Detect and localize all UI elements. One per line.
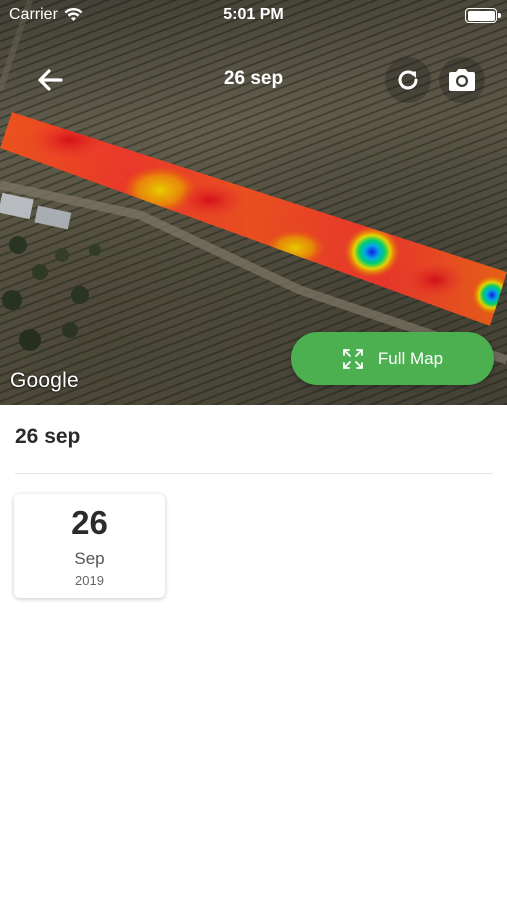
battery-icon bbox=[465, 8, 501, 23]
map-view[interactable]: Carrier 5:01 PM 26 sep Google Full Map bbox=[0, 0, 507, 405]
camera-icon bbox=[449, 69, 475, 91]
expand-icon bbox=[343, 348, 363, 369]
google-logo: Google bbox=[10, 369, 79, 392]
refresh-button[interactable] bbox=[385, 57, 431, 103]
date-month: Sep bbox=[74, 549, 105, 568]
section-title: 26 sep bbox=[15, 425, 81, 448]
date-card[interactable]: 26 Sep 2019 bbox=[14, 494, 165, 598]
date-day: 26 bbox=[71, 504, 108, 541]
refresh-icon bbox=[398, 70, 418, 90]
full-map-button[interactable]: Full Map bbox=[291, 332, 494, 385]
divider bbox=[15, 473, 493, 474]
date-year: 2019 bbox=[75, 573, 104, 588]
camera-button[interactable] bbox=[439, 57, 485, 103]
status-bar: Carrier 5:01 PM bbox=[0, 0, 507, 30]
status-time: 5:01 PM bbox=[223, 6, 284, 23]
full-map-label: Full Map bbox=[377, 348, 444, 368]
